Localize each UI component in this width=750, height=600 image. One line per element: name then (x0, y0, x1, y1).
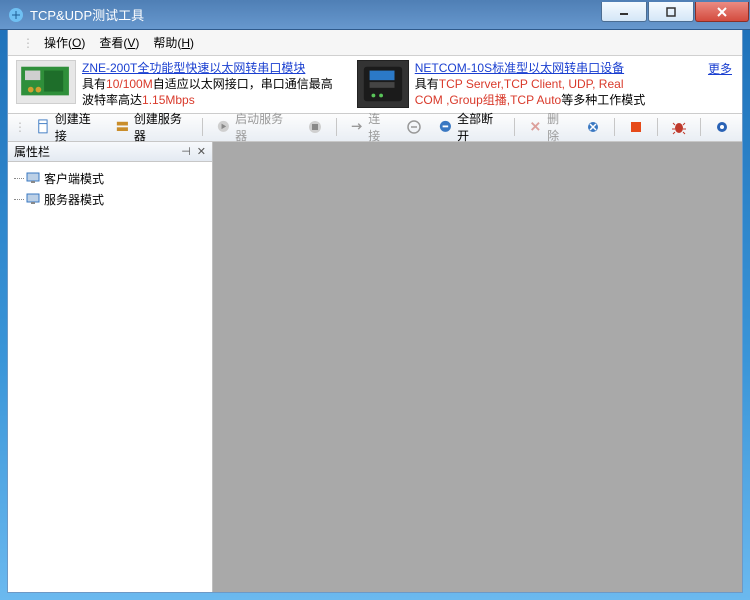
product-2-image (357, 60, 409, 108)
ad-more-link[interactable]: 更多 (708, 60, 734, 77)
clear-icon (585, 119, 601, 135)
pin-icon[interactable]: ⊣ (181, 145, 191, 158)
toolbar-separator (202, 118, 203, 136)
create-connection-label: 创建连接 (55, 110, 99, 144)
properties-panel: 属性栏 ⊣ ✕ 客户端模式 服务器模式 (8, 142, 213, 592)
toolbar-separator (336, 118, 337, 136)
product-1-image (16, 60, 76, 104)
page-icon (36, 119, 51, 135)
properties-title: 属性栏 (14, 143, 50, 160)
disconnect-all-button[interactable]: 全部断开 (432, 108, 507, 146)
stop-button[interactable] (622, 117, 650, 137)
product-2-link[interactable]: NETCOM-10S标准型以太网转串口设备 (415, 60, 646, 76)
play-icon (216, 119, 231, 135)
connect-button[interactable]: 连接 (343, 108, 396, 146)
tree-node-server[interactable]: 服务器模式 (12, 189, 208, 210)
stop-icon (628, 119, 644, 135)
disconnect-all-icon (438, 119, 453, 135)
tree-node-client-label: 客户端模式 (44, 170, 104, 187)
delete-button[interactable]: 删除 (522, 108, 575, 146)
menu-help[interactable]: 帮助(H) (153, 34, 194, 51)
toolbar-separator (657, 118, 658, 136)
bug-icon (671, 119, 687, 135)
toolbar: ⋮ 创建连接 创建服务器 启动服务器 连接 全部断开 (8, 114, 742, 142)
toolbar-separator (514, 118, 515, 136)
panel-close-icon[interactable]: ✕ (197, 145, 206, 158)
product-2-line1: 具有TCP Server,TCP Client, UDP, Real (415, 76, 646, 92)
connect-icon (349, 119, 364, 135)
bug-button[interactable] (665, 117, 693, 137)
toolbar-grip: ⋮ (14, 120, 26, 134)
mode-tree: 客户端模式 服务器模式 (8, 162, 212, 592)
create-connection-button[interactable]: 创建连接 (30, 108, 105, 146)
toolbar-separator (700, 118, 701, 136)
menu-operation[interactable]: 操作(O) (44, 34, 85, 51)
start-server-label: 启动服务器 (235, 110, 290, 144)
menu-view[interactable]: 查看(V) (99, 34, 139, 51)
ad-banner: ZNE-200T全功能型快速以太网转串口模块 具有10/100M自适应以太网接口… (8, 56, 742, 114)
toolbar-separator (614, 118, 615, 136)
settings-button[interactable] (708, 117, 736, 137)
connect-label: 连接 (368, 110, 390, 144)
disconnect-all-label: 全部断开 (457, 110, 501, 144)
server-icon (115, 119, 130, 135)
maximize-button[interactable] (648, 2, 694, 22)
tree-node-client[interactable]: 客户端模式 (12, 168, 208, 189)
disconnect-button[interactable] (400, 117, 428, 137)
product-2-line2: COM ,Group组播,TCP Auto等多种工作模式 (415, 92, 646, 108)
product-1-link[interactable]: ZNE-200T全功能型快速以太网转串口模块 (82, 60, 333, 76)
menubar-grip: ⋮ (22, 36, 34, 50)
gear-icon (714, 119, 730, 135)
body-row: 属性栏 ⊣ ✕ 客户端模式 服务器模式 (8, 142, 742, 592)
titlebar: TCP&UDP测试工具 (0, 0, 750, 30)
stop-server-button[interactable] (301, 117, 329, 137)
delete-label: 删除 (547, 110, 569, 144)
client-area: ⋮ 操作(O) 查看(V) 帮助(H) ZNE-200T全功能型快速以太网转串口… (7, 30, 743, 593)
app-icon (8, 7, 24, 23)
workarea (213, 142, 742, 592)
tree-node-server-label: 服务器模式 (44, 191, 104, 208)
menubar: ⋮ 操作(O) 查看(V) 帮助(H) (8, 30, 742, 56)
clear-button[interactable] (579, 117, 607, 137)
start-server-button[interactable]: 启动服务器 (210, 108, 296, 146)
window-controls (601, 7, 750, 22)
product-2-text: NETCOM-10S标准型以太网转串口设备 具有TCP Server,TCP C… (415, 60, 646, 109)
product-1-line2: 波特率高达1.15Mbps (82, 92, 333, 108)
properties-header: 属性栏 ⊣ ✕ (8, 142, 212, 162)
minimize-button[interactable] (601, 2, 647, 22)
product-1-line1: 具有10/100M自适应以太网接口，串口通信最高 (82, 76, 333, 92)
create-server-label: 创建服务器 (134, 110, 189, 144)
create-server-button[interactable]: 创建服务器 (109, 108, 195, 146)
product-1-text: ZNE-200T全功能型快速以太网转串口模块 具有10/100M自适应以太网接口… (82, 60, 333, 109)
stop-server-icon (307, 119, 323, 135)
server-node-icon (26, 193, 40, 205)
delete-icon (528, 119, 543, 135)
window-title: TCP&UDP测试工具 (30, 5, 144, 24)
close-button[interactable] (695, 2, 749, 22)
client-node-icon (26, 172, 40, 184)
disconnect-icon (406, 119, 422, 135)
